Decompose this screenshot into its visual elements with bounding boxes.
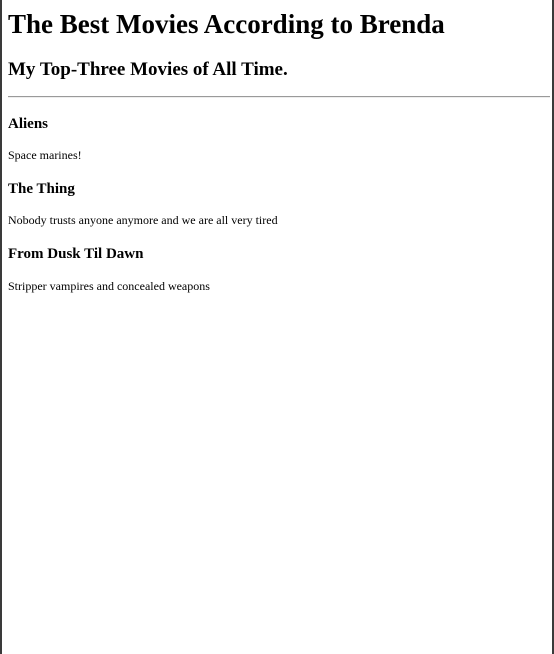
horizontal-rule: [8, 96, 550, 98]
page-title: The Best Movies According to Brenda: [8, 9, 445, 39]
movie-description: Space marines!: [8, 148, 82, 162]
browser-viewport: The Best Movies According to Brenda My T…: [0, 0, 554, 654]
movie-description: Stripper vampires and concealed weapons: [8, 279, 210, 293]
movie-title: Aliens: [8, 116, 49, 132]
movie-description: Nobody trusts anyone anymore and we are …: [8, 213, 278, 227]
page-subtitle: My Top-Three Movies of All Time.: [8, 59, 288, 80]
movie-title: From Dusk Til Dawn: [8, 246, 144, 262]
movie-title: The Thing: [8, 181, 75, 197]
